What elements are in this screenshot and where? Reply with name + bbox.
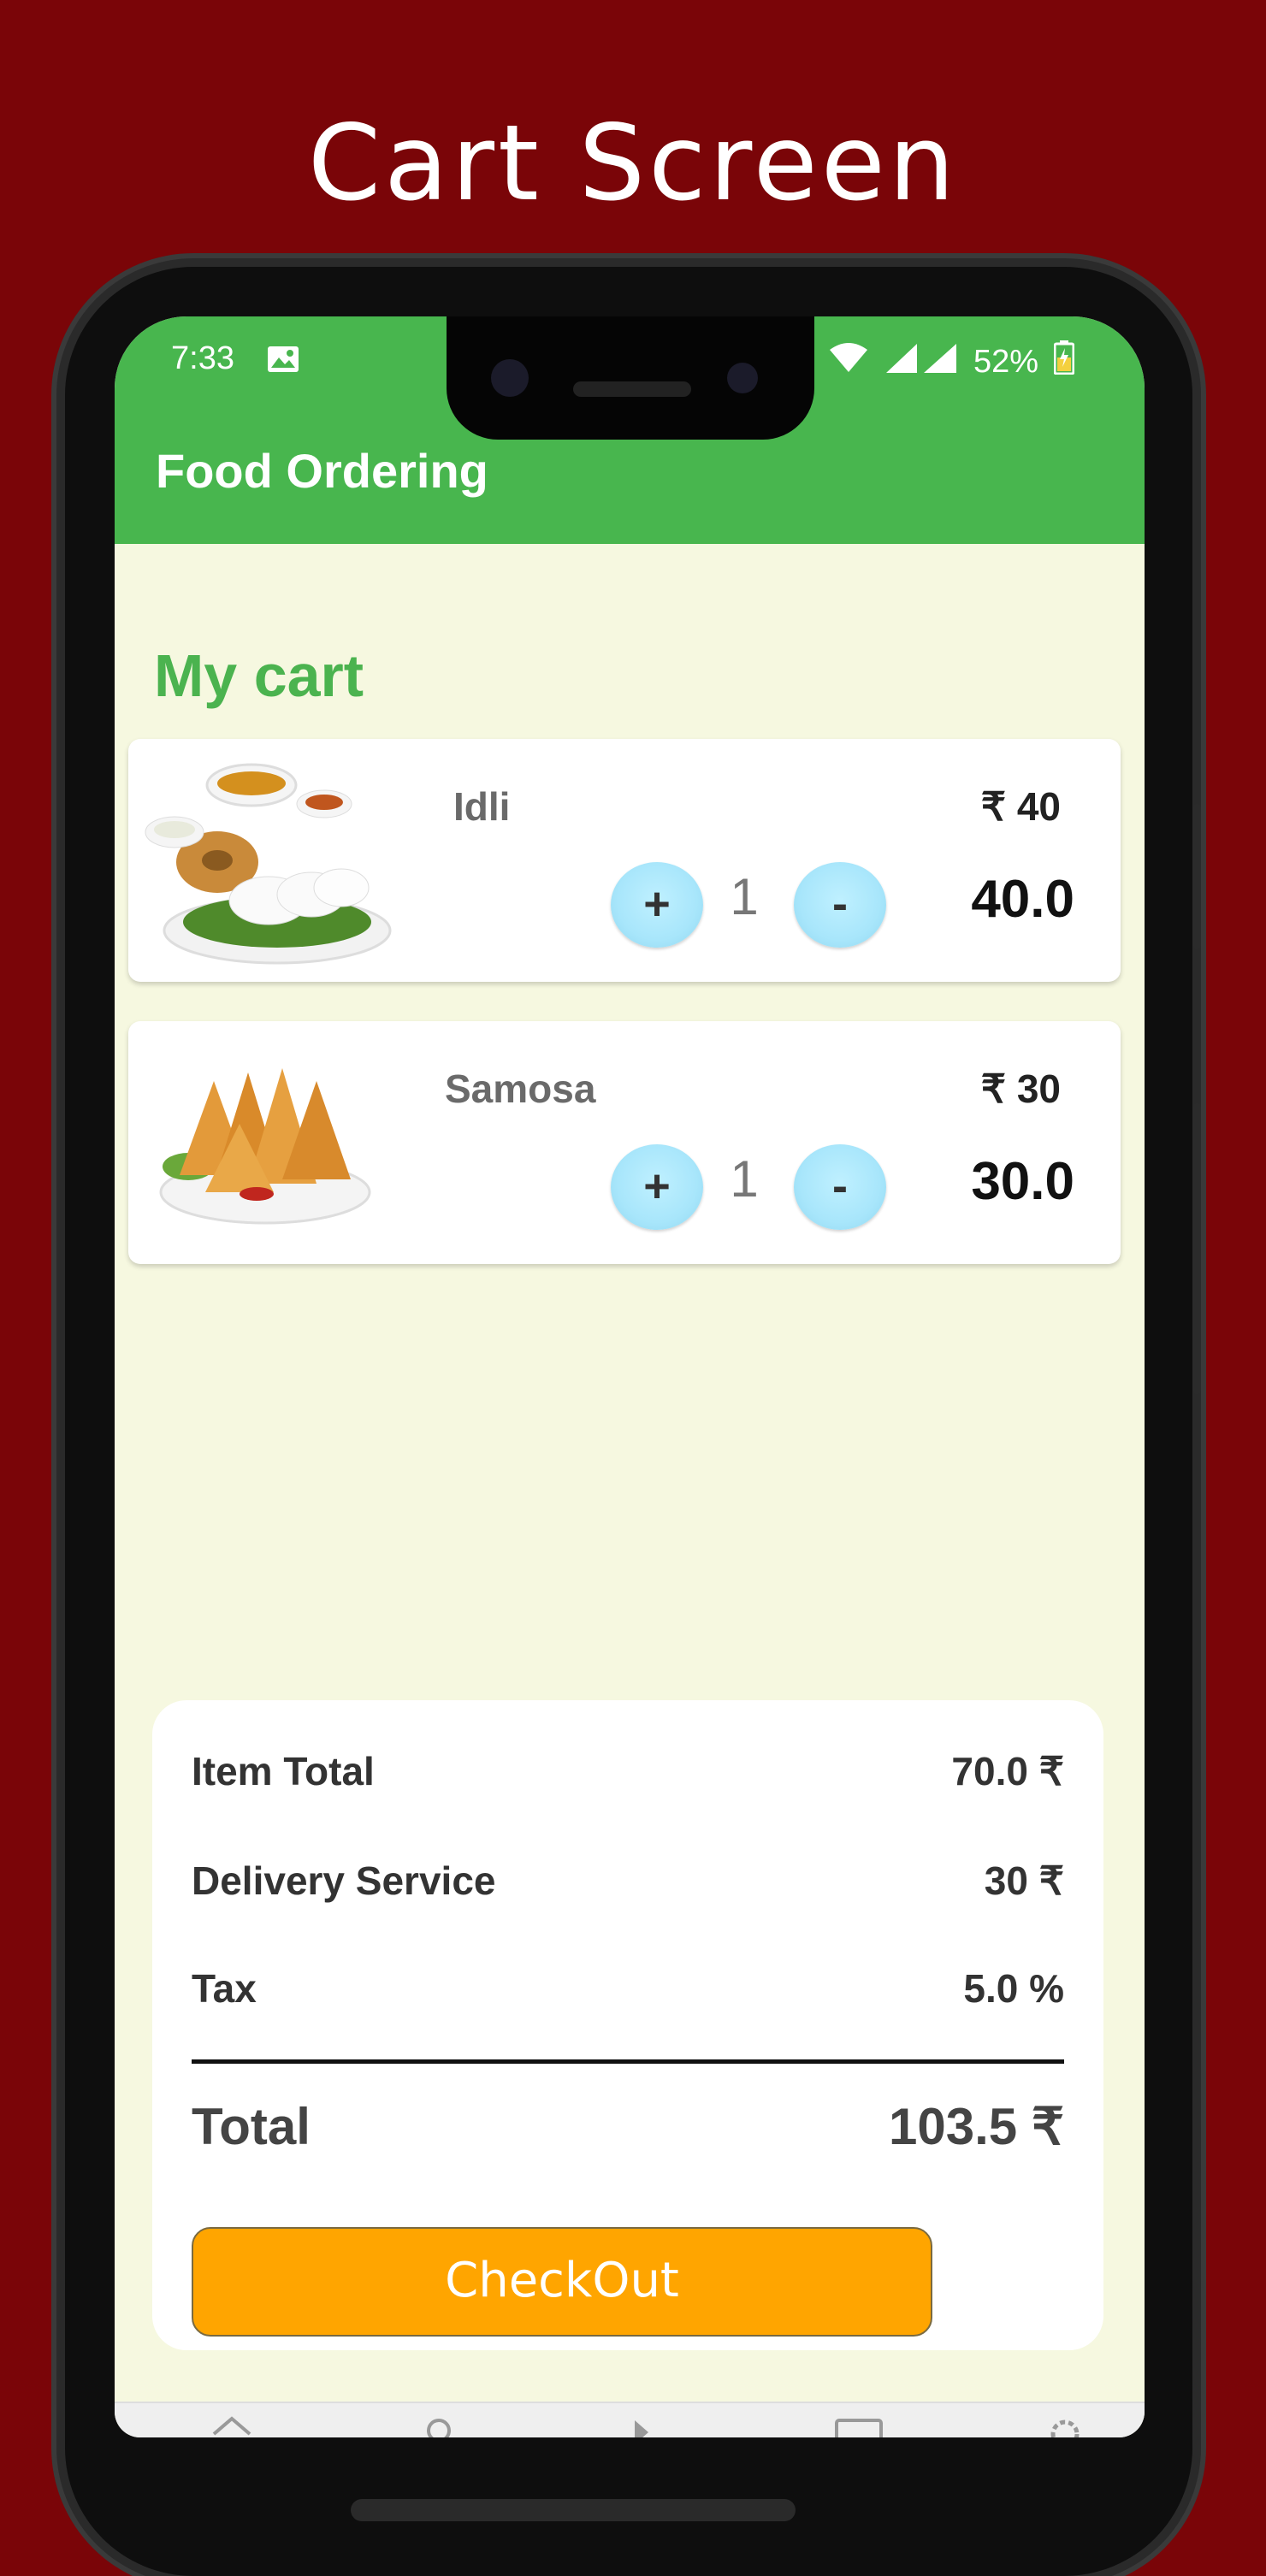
tax-value: 5.0 % [963,1966,1064,2011]
app-title: Food Ordering [156,444,488,498]
checkout-button[interactable]: CheckOut [192,2227,932,2337]
tax-row: Tax 5.0 % [192,1965,1064,2012]
idli-food-image [140,751,397,968]
cart-item-card: Samosa ₹ 30 + 1 - 30.0 [128,1021,1121,1264]
tax-label: Tax [192,1966,257,2011]
side-button-power [1192,804,1201,949]
total-label: Total [192,2098,311,2155]
wifi-icon [828,341,869,382]
home-icon[interactable] [210,2415,253,2437]
increase-quantity-button[interactable]: + [611,1144,703,1230]
item-total-value: 70.0 ₹ [951,1749,1064,1793]
app-bar: 7:33 52% Food Ordering [115,316,1145,544]
quantity-value: 1 [730,868,759,925]
play-icon[interactable] [619,2415,662,2437]
total-value: 103.5 ₹ [889,2098,1064,2155]
quantity-value: 1 [730,1150,759,1208]
signal-icon [884,340,958,383]
front-camera [491,359,529,397]
cart-item-card: Idli ₹ 40 + 1 - 40.0 [128,739,1121,982]
bottom-speaker [351,2499,796,2521]
side-button-volume [1192,1103,1201,1394]
item-name: Idli [453,784,511,829]
item-total: 40.0 [971,870,1074,929]
order-summary: Item Total 70.0 ₹ Delivery Service 30 ₹ … [152,1700,1103,2350]
summary-divider [192,2059,1064,2064]
front-sensor [727,363,758,393]
battery-level: 52% [973,343,1038,380]
earpiece-speaker [573,381,691,397]
delivery-label: Delivery Service [192,1858,496,1903]
samosa-food-image [154,1047,385,1238]
settings-icon[interactable] [1044,2415,1086,2437]
decrease-quantity-button[interactable]: - [794,862,886,948]
search-icon[interactable] [417,2415,460,2437]
item-price: ₹ 40 [980,784,1061,829]
item-total-label: Item Total [192,1749,375,1793]
item-total-row: Item Total 70.0 ₹ [192,1748,1064,1794]
tablet-icon[interactable] [833,2415,883,2437]
phone-screen: 7:33 52% Food Ordering My cart Idli ₹ 40… [115,316,1145,2437]
increase-quantity-button[interactable]: + [611,862,703,948]
promo-title: Cart Screen [307,103,959,224]
item-price: ₹ 30 [980,1066,1061,1111]
bottom-navigation [115,2402,1145,2437]
total-row: Total 103.5 ₹ [192,2097,1064,2157]
delivery-value: 30 ₹ [984,1858,1064,1903]
battery-charging-icon [1053,340,1075,383]
item-total: 30.0 [971,1152,1074,1211]
decrease-quantity-button[interactable]: - [794,1144,886,1230]
delivery-row: Delivery Service 30 ₹ [192,1858,1064,1904]
item-name: Samosa [445,1066,596,1111]
camera-notch [447,316,814,440]
status-time: 7:33 [171,340,234,376]
status-icons: 52% [828,340,1075,383]
cart-heading: My cart [154,642,364,709]
image-icon [267,346,299,376]
